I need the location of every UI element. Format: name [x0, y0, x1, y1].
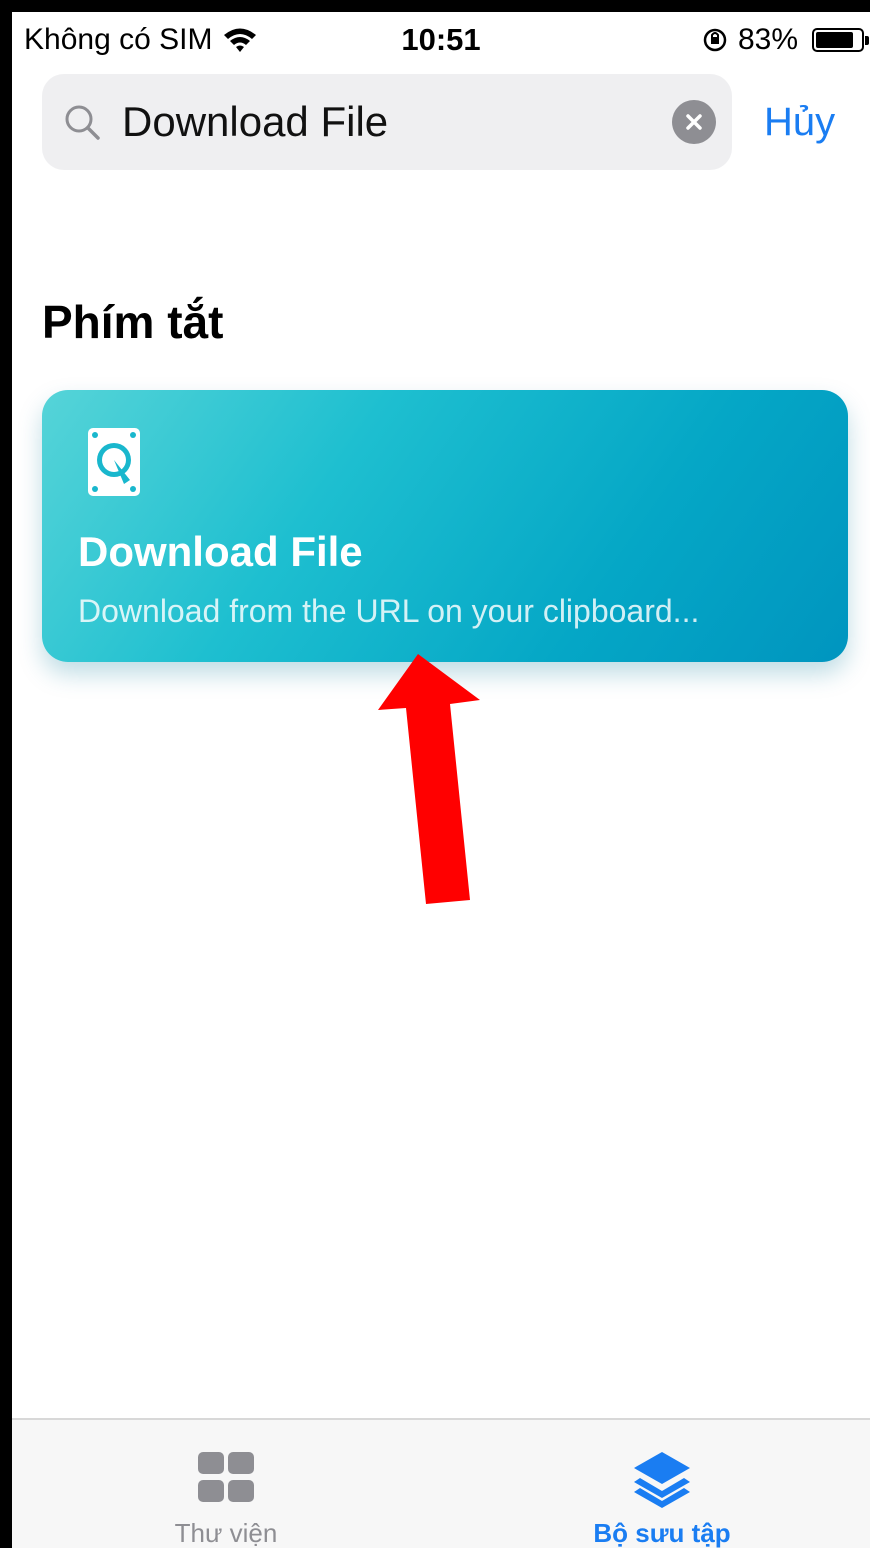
battery-tip — [865, 36, 869, 45]
gallery-layers-icon — [634, 1452, 690, 1508]
search-icon — [65, 105, 100, 140]
tab-library[interactable]: Thư viện — [76, 1420, 376, 1548]
search-field[interactable] — [42, 74, 732, 170]
tab-gallery[interactable]: Bộ sưu tập — [512, 1420, 812, 1548]
battery-fill — [816, 32, 853, 48]
battery-percent: 83% — [737, 23, 798, 56]
clear-icon — [686, 114, 702, 130]
tab-bar: Thư viện Bộ sưu tập — [12, 1418, 870, 1548]
cancel-button[interactable]: Hủy — [764, 94, 835, 150]
search-input[interactable] — [122, 94, 662, 150]
clear-button[interactable] — [672, 100, 716, 144]
orientation-lock-icon — [703, 28, 727, 52]
battery-icon — [812, 28, 869, 52]
phone-screen: Không có SIM 10:51 83% Download File Hủy… — [12, 12, 870, 1548]
library-grid-icon — [198, 1452, 254, 1502]
status-right: 83% — [702, 20, 869, 60]
tab-gallery-label: Bộ sưu tập — [593, 1518, 731, 1548]
shortcut-title: Download File — [78, 528, 363, 575]
tab-library-label: Thư viện — [174, 1518, 278, 1548]
status-bar: Không có SIM 10:51 83% — [12, 12, 870, 68]
shortcut-card[interactable]: Download File Download from the URL on y… — [42, 390, 848, 662]
section-title: Phím tắt — [42, 296, 224, 348]
red-arrow-annotation — [378, 654, 480, 904]
hard-drive-icon — [88, 428, 140, 496]
shortcut-subtitle: Download from the URL on your clipboard.… — [78, 593, 700, 629]
